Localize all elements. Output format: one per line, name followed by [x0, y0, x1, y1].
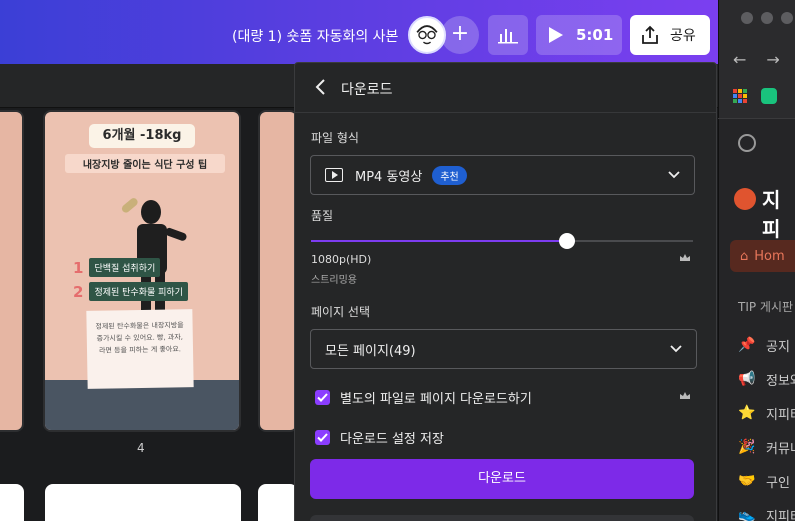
chatgpt-icon[interactable]: [761, 88, 777, 104]
browser-nav: ← →: [733, 50, 780, 69]
step-2: 2 정제된 탄수화물 피하기: [73, 282, 188, 301]
board-item[interactable]: 🎉커뮤니: [738, 430, 795, 464]
home-icon: ⌂: [740, 248, 749, 264]
page-thumbnail-3[interactable]: [0, 110, 24, 432]
page-select-label: 페이지 선택: [311, 305, 371, 319]
download-button[interactable]: 다운로드: [310, 459, 694, 499]
back-chevron-icon[interactable]: [311, 77, 331, 97]
add-collaborator-button[interactable]: +: [441, 16, 479, 54]
share-button[interactable]: 공유: [630, 15, 710, 55]
file-format-label: 파일 형식: [311, 131, 359, 145]
share-label: 공유: [670, 28, 696, 44]
board-item[interactable]: ⭐지피티: [738, 396, 795, 430]
tip-board-label: TIP 게시판: [738, 300, 794, 314]
board-item[interactable]: 📢정보와: [738, 362, 795, 396]
share-upload-icon: [642, 25, 658, 44]
page-thumbnail-5[interactable]: [258, 110, 298, 432]
quality-label: 품질: [311, 209, 334, 223]
quality-slider-handle[interactable]: [558, 233, 575, 249]
step-1: 1 단백질 섭취하기: [73, 258, 161, 277]
board-item[interactable]: 📌 공지: [738, 328, 795, 362]
page-select-value: 모든 페이지(49): [325, 343, 416, 359]
save-settings-checkbox[interactable]: [315, 430, 330, 445]
play-icon: [549, 27, 563, 43]
page-select[interactable]: 모든 페이지(49): [310, 329, 697, 369]
home-label: Hom: [754, 248, 785, 264]
star-icon: ⭐: [738, 405, 756, 421]
back-arrow-icon[interactable]: ←: [733, 50, 746, 69]
apps-grid-icon[interactable]: [733, 89, 747, 103]
crown-icon: [680, 254, 690, 261]
recommended-badge: 추천: [432, 165, 467, 185]
insights-button[interactable]: [488, 15, 528, 55]
page-thumbnail-4[interactable]: 6개월 -18kg 내장지방 줄이는 식단 구성 팁 1 단백질 섭취하기 2 …: [43, 110, 241, 432]
home-link[interactable]: ⌂ Hom: [730, 240, 795, 272]
editor-header: (대량 1) 숏폼 자동화의 사본 + 5:01 공유: [0, 0, 718, 64]
check-icon: [317, 393, 328, 402]
page-number: 4: [137, 441, 145, 455]
video-file-icon: [325, 168, 343, 182]
site-logo-icon[interactable]: [734, 188, 756, 210]
quality-value: 1080p(HD): [311, 253, 372, 266]
chevron-down-icon: [670, 345, 682, 353]
separate-files-label: 별도의 파일로 페이지 다운로드하기: [340, 392, 532, 407]
months-badge: 6개월 -18kg: [89, 124, 195, 148]
board-item[interactable]: 🤝 구인: [738, 464, 795, 498]
forward-arrow-icon[interactable]: →: [766, 50, 779, 69]
window-controls[interactable]: [741, 12, 793, 24]
quality-slider-fill: [311, 240, 567, 242]
divider: [718, 118, 795, 119]
handshake-icon: 🤝: [738, 473, 756, 489]
separate-files-checkbox[interactable]: [315, 390, 330, 405]
emoji-icon[interactable]: [738, 134, 756, 152]
panel-header: 다운로드: [295, 63, 716, 113]
duration-label: 5:01: [576, 26, 614, 44]
megaphone-icon: 📢: [738, 371, 756, 387]
page-thumbnail-row2-main[interactable]: [45, 484, 241, 521]
check-icon: [317, 433, 328, 442]
shoe-icon: 👟: [738, 507, 756, 521]
board-item[interactable]: 👟지피티: [738, 498, 795, 521]
save-settings-label: 다운로드 설정 저장: [340, 432, 444, 447]
site-name[interactable]: 지피: [762, 184, 795, 242]
document-title[interactable]: (대량 1) 숏폼 자동화의 사본: [232, 26, 398, 46]
board-list: 📌공지 📢정보와 ⭐지피티 🎉커뮤니 🤝구인 👟지피티: [738, 328, 795, 521]
file-format-value: MP4 동영상: [355, 169, 423, 185]
chevron-down-icon: [668, 171, 680, 179]
party-icon: 🎉: [738, 439, 756, 455]
design-subtitle: 내장지방 줄이는 식단 구성 팁: [65, 154, 225, 173]
crown-icon: [680, 392, 690, 399]
page-thumbnail-row2-left[interactable]: [0, 484, 24, 521]
panel-title: 다운로드: [341, 82, 393, 98]
present-button[interactable]: 5:01: [536, 15, 622, 55]
pin-icon: 📌: [738, 337, 756, 353]
separate-files-option[interactable]: 별도의 파일로 페이지 다운로드하기: [315, 388, 532, 407]
file-format-select[interactable]: MP4 동영상 추천: [310, 155, 695, 195]
page-thumbnail-row2-right[interactable]: [258, 484, 298, 521]
bar-chart-icon: [498, 29, 518, 44]
bookmark-bar: [733, 88, 777, 104]
avatar-face-icon: [410, 18, 444, 52]
save-settings-option[interactable]: 다운로드 설정 저장: [315, 428, 444, 447]
panel-footer: [310, 515, 694, 521]
quality-slider[interactable]: [311, 233, 693, 249]
download-panel: 다운로드 파일 형식 MP4 동영상 추천 품질 1080p(HD) 스트리밍용…: [294, 62, 717, 521]
note-card: 정제된 탄수화물은 내장지방을 증가시킬 수 있어요. 빵, 과자, 라면 등을…: [86, 309, 194, 389]
quality-subtext: 스트리밍용: [311, 275, 357, 286]
